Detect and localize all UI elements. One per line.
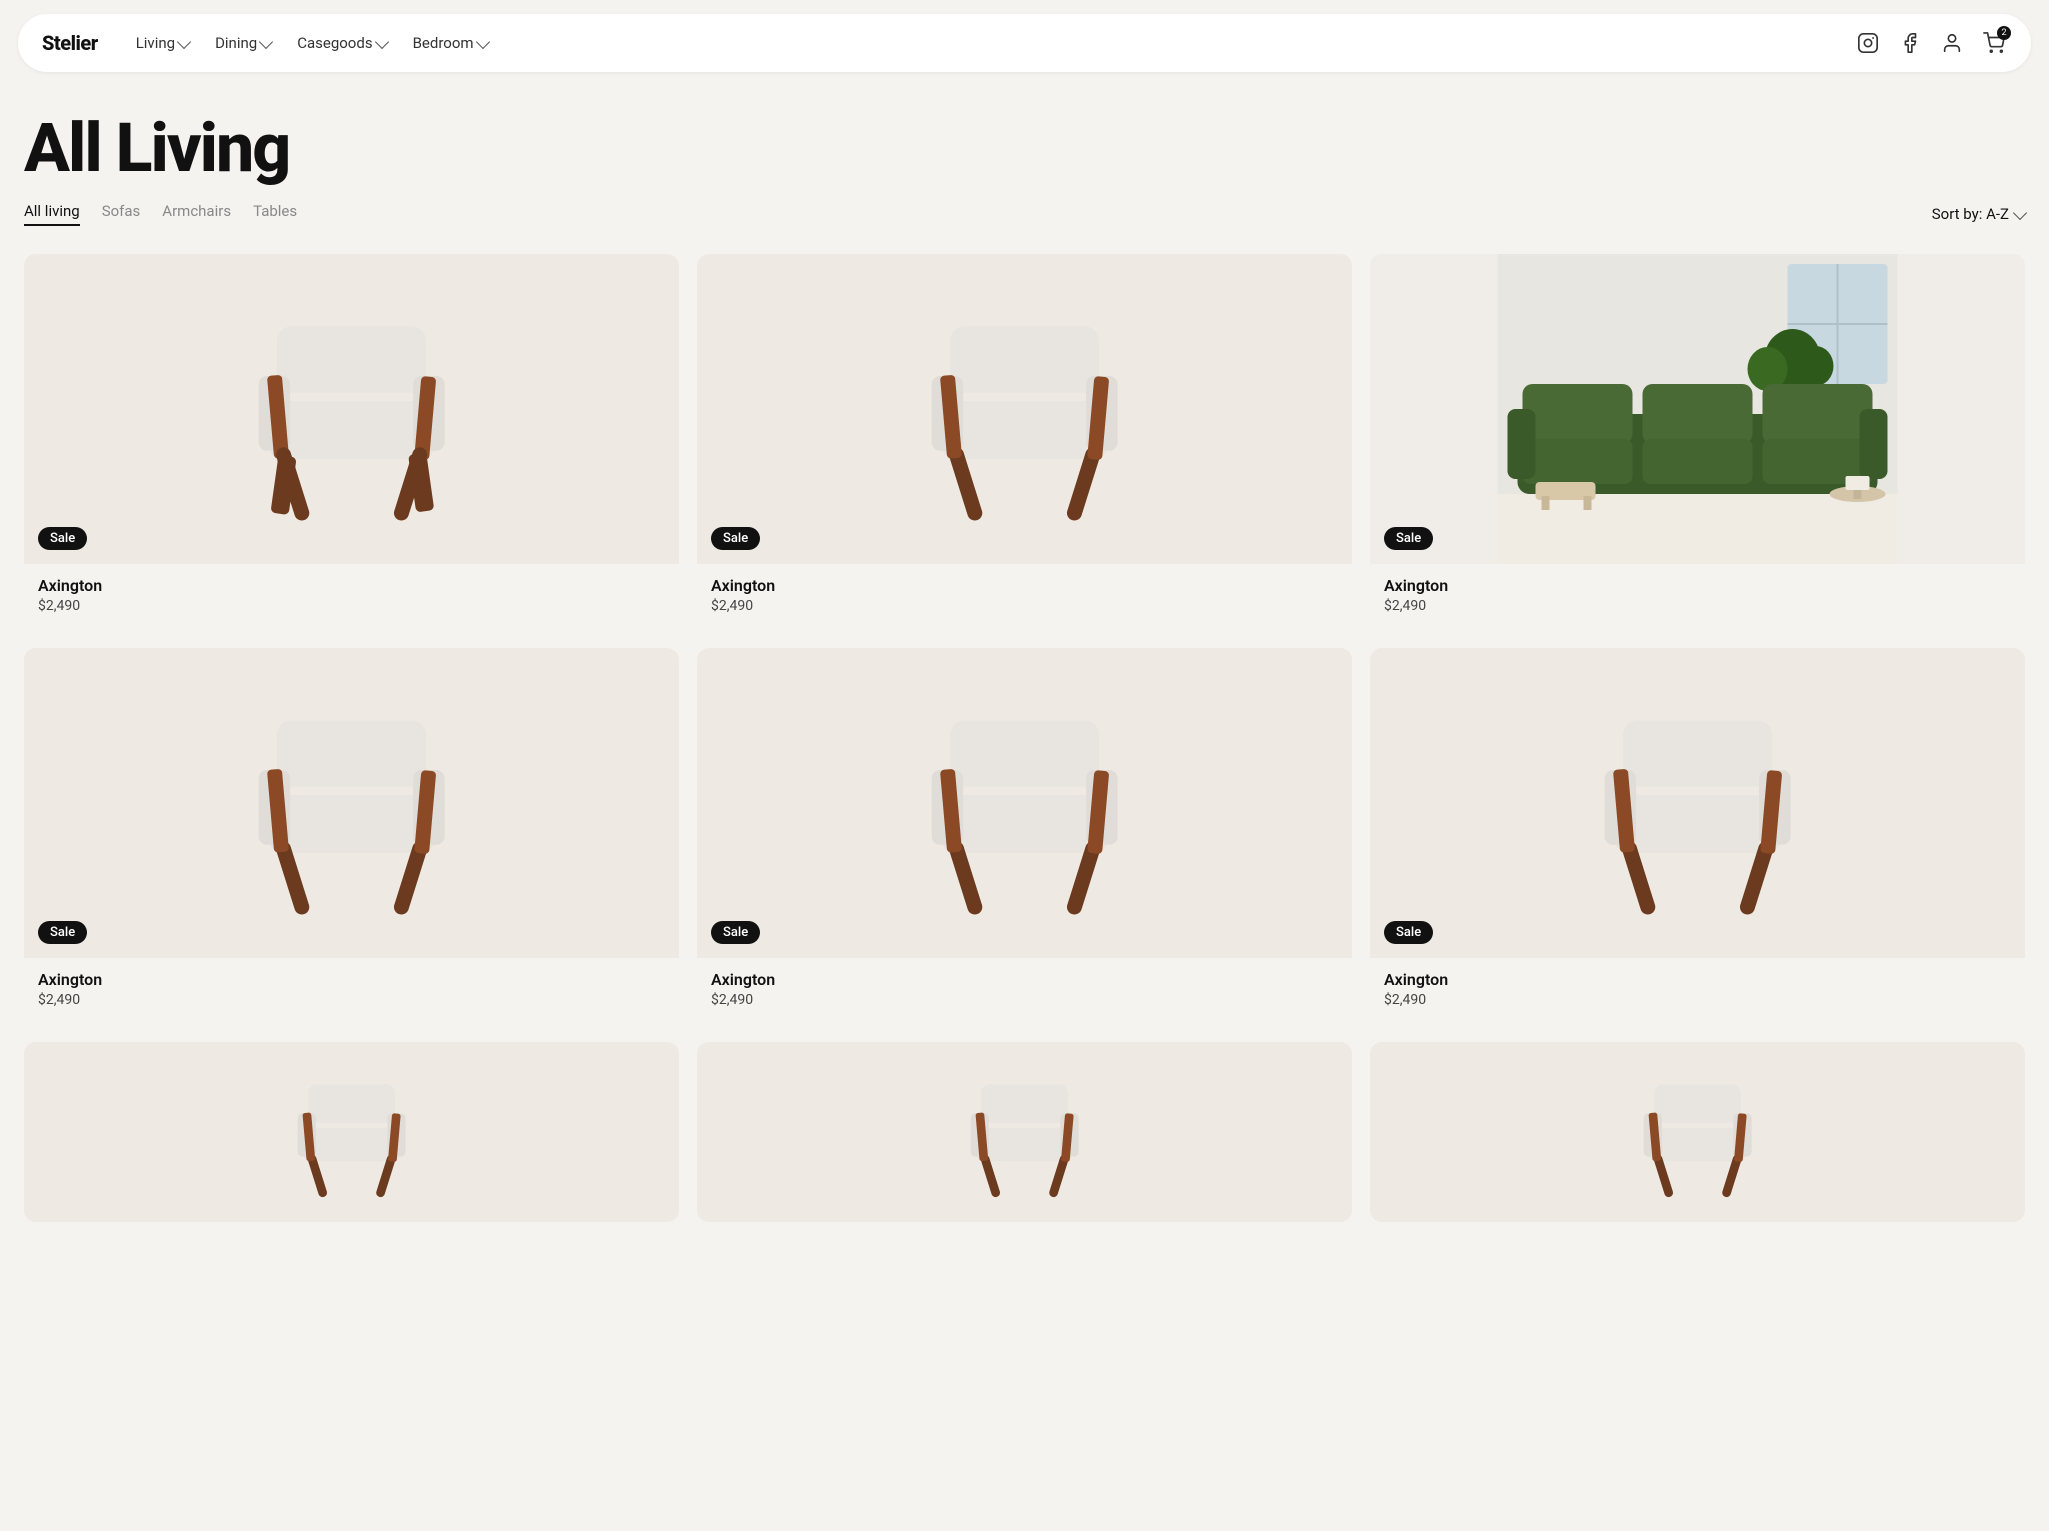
filter-tabs: All living Sofas Armchairs Tables	[24, 202, 297, 226]
product-info: Axington $2,490	[1370, 564, 2025, 630]
chevron-down-icon	[177, 34, 191, 48]
chevron-down-icon	[2013, 205, 2027, 219]
product-image	[24, 1042, 679, 1222]
product-card[interactable]	[24, 1042, 679, 1222]
brand-logo[interactable]: Stelier	[42, 31, 98, 55]
product-price: $2,490	[711, 598, 1338, 614]
nav-casegoods[interactable]: Casegoods	[287, 28, 396, 58]
chevron-down-icon	[259, 34, 273, 48]
nav-links: Living Dining Casegoods Bedroom	[126, 28, 498, 58]
product-card[interactable]: Sale Axington $2,490	[1370, 648, 2025, 1024]
filter-tab-armchairs[interactable]: Armchairs	[162, 202, 231, 226]
product-card[interactable]: Sale Axington $2,490	[1370, 254, 2025, 630]
cart-count: 2	[1997, 26, 2011, 40]
product-price: $2,490	[38, 598, 665, 614]
nav-living-label: Living	[136, 34, 175, 52]
product-card[interactable]	[1370, 1042, 2025, 1222]
product-card[interactable]: Sale Axington $2,490	[24, 648, 679, 1024]
product-image: Sale	[24, 254, 679, 564]
nav-bedroom-label: Bedroom	[413, 34, 474, 52]
product-image	[697, 1042, 1352, 1222]
sort-label: Sort by: A-Z	[1932, 205, 2009, 223]
nav-left: Stelier Living Dining Casegoods Bedroom	[42, 28, 498, 58]
product-price: $2,490	[1384, 598, 2011, 614]
product-image	[1370, 1042, 2025, 1222]
product-info: Axington $2,490	[1370, 958, 2025, 1024]
navbar: Stelier Living Dining Casegoods Bedroom	[18, 14, 2031, 72]
product-image: Sale	[697, 648, 1352, 958]
user-icon[interactable]	[1939, 30, 1965, 56]
page-title: All Living	[24, 86, 2025, 202]
product-card[interactable]: Sale Axington $2,490	[24, 254, 679, 630]
nav-living[interactable]: Living	[126, 28, 199, 58]
product-name: Axington	[711, 576, 1338, 595]
filter-tab-all-living[interactable]: All living	[24, 202, 80, 226]
product-image: Sale	[697, 254, 1352, 564]
chevron-down-icon	[374, 34, 388, 48]
product-name: Axington	[38, 576, 665, 595]
product-name: Axington	[1384, 576, 2011, 595]
product-name: Axington	[38, 970, 665, 989]
sale-badge: Sale	[38, 921, 87, 944]
nav-casegoods-label: Casegoods	[297, 34, 372, 52]
sale-badge: Sale	[711, 527, 760, 550]
product-card[interactable]: Sale Axington $2,490	[697, 254, 1352, 630]
sale-badge: Sale	[1384, 527, 1433, 550]
sale-badge: Sale	[1384, 921, 1433, 944]
product-image: Sale	[1370, 648, 2025, 958]
nav-right: 2	[1855, 30, 2007, 56]
product-price: $2,490	[1384, 992, 2011, 1008]
filter-tab-tables[interactable]: Tables	[253, 202, 297, 226]
product-card[interactable]: Sale Axington $2,490	[697, 648, 1352, 1024]
instagram-icon[interactable]	[1855, 30, 1881, 56]
product-price: $2,490	[38, 992, 665, 1008]
filter-bar: All living Sofas Armchairs Tables Sort b…	[24, 202, 2025, 230]
sale-badge: Sale	[38, 527, 87, 550]
product-price: $2,490	[711, 992, 1338, 1008]
product-name: Axington	[1384, 970, 2011, 989]
nav-dining-label: Dining	[215, 34, 257, 52]
product-info: Axington $2,490	[24, 958, 679, 1024]
filter-tab-sofas[interactable]: Sofas	[102, 202, 141, 226]
product-card[interactable]	[697, 1042, 1352, 1222]
cart-icon[interactable]: 2	[1981, 30, 2007, 56]
product-image: Sale	[24, 648, 679, 958]
chevron-down-icon	[475, 34, 489, 48]
product-info: Axington $2,490	[697, 564, 1352, 630]
page-container: All Living All living Sofas Armchairs Ta…	[0, 86, 2049, 1262]
product-info: Axington $2,490	[24, 564, 679, 630]
sort-control[interactable]: Sort by: A-Z	[1932, 205, 2025, 223]
product-grid: Sale Axington $2,490 Sale	[24, 254, 2025, 1222]
nav-bedroom[interactable]: Bedroom	[403, 28, 498, 58]
product-image: Sale	[1370, 254, 2025, 564]
facebook-icon[interactable]	[1897, 30, 1923, 56]
nav-dining[interactable]: Dining	[205, 28, 281, 58]
product-info: Axington $2,490	[697, 958, 1352, 1024]
sale-badge: Sale	[711, 921, 760, 944]
product-name: Axington	[711, 970, 1338, 989]
